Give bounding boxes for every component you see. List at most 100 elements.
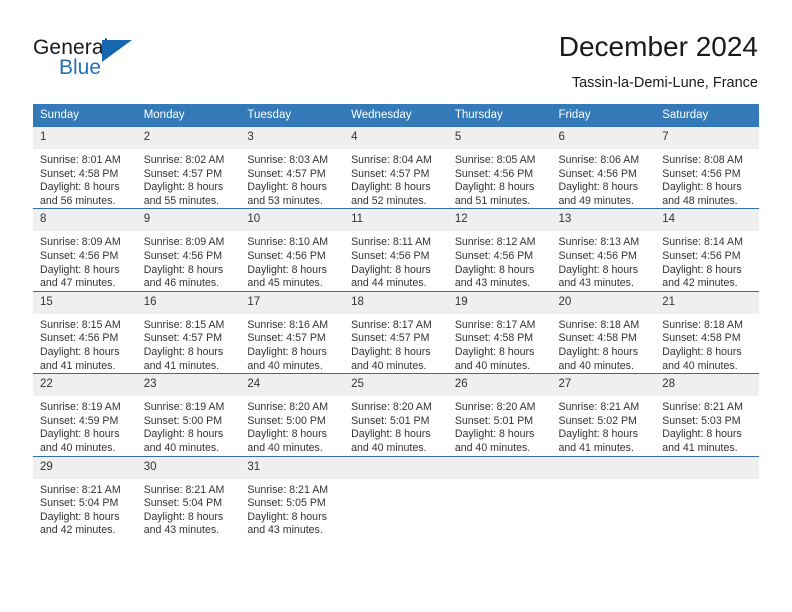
daylight-duration-line1: Daylight: 8 hours <box>454 428 535 441</box>
day-number: 16 <box>136 291 241 314</box>
day-details: Sunrise: 8:18 AM Sunset: 4:58 PM Daylight:… <box>552 314 656 373</box>
calendar-day-cell[interactable]: 26 Sunrise: 8:20 AM Sunset: 5:01 PM Dayligh… <box>447 373 552 456</box>
calendar-day-cell[interactable]: 19 Sunrise: 8:17 AM Sunset: 4:58 PM Dayligh… <box>447 290 552 374</box>
brand-name-blue: Blue <box>59 56 102 79</box>
daylight-duration-line1: Daylight: 8 hours <box>454 345 535 358</box>
calendar-day-cell[interactable]: 30 Sunrise: 8:21 AM Sunset: 5:04 PM Dayligh… <box>136 455 241 538</box>
day-number: 30 <box>136 456 241 479</box>
calendar-day-cell[interactable]: 23 Sunrise: 8:19 AM Sunset: 5:00 PM Dayligh… <box>136 373 241 456</box>
brand-logo[interactable]: General Blue <box>33 36 233 84</box>
calendar-day-cell[interactable]: 2 Sunrise: 8:02 AM Sunset: 4:57 PM Daylight… <box>136 125 241 209</box>
calendar-day-cell[interactable]: 4 Sunrise: 8:04 AM Sunset: 4:57 PM Daylight… <box>344 125 448 209</box>
weekday-header-saturday: Saturday <box>655 104 759 127</box>
calendar-day-cell[interactable]: 18 Sunrise: 8:17 AM Sunset: 4:57 PM Dayligh… <box>344 290 448 374</box>
calendar-day-cell[interactable]: 27 Sunrise: 8:21 AM Sunset: 5:02 PM Dayligh… <box>551 373 656 456</box>
sunrise-time: Sunrise: 8:20 AM <box>351 401 432 414</box>
calendar-day-cell[interactable]: 1 Sunrise: 8:01 AM Sunset: 4:58 PM Daylight… <box>33 125 137 209</box>
sunset-time: Sunset: 5:00 PM <box>143 414 223 427</box>
daylight-duration-line2: and 47 minutes. <box>40 277 116 290</box>
daylight-duration-line1: Daylight: 8 hours <box>40 345 120 358</box>
day-number: 13 <box>551 209 656 232</box>
day-number: 3 <box>240 127 345 149</box>
day-number: 1 <box>33 127 137 149</box>
calendar-day-cell[interactable] <box>551 455 656 538</box>
calendar-day-cell[interactable]: 5 Sunrise: 8:05 AM Sunset: 4:56 PM Daylight… <box>447 125 552 209</box>
daylight-duration-line1: Daylight: 8 hours <box>40 510 120 523</box>
sunrise-time: Sunrise: 8:17 AM <box>351 318 432 331</box>
day-number: 25 <box>344 374 448 397</box>
calendar-day-cell[interactable] <box>655 455 759 538</box>
day-number: 21 <box>655 291 759 314</box>
triangle-logo-icon <box>102 40 132 62</box>
daylight-duration-line1: Daylight: 8 hours <box>351 263 431 276</box>
day-number: 29 <box>33 456 137 479</box>
calendar-day-cell[interactable]: 24 Sunrise: 8:20 AM Sunset: 5:00 PM Dayligh… <box>240 373 345 456</box>
calendar-day-cell[interactable] <box>344 455 448 538</box>
page-subtitle: Tassin-la-Demi-Lune, France <box>571 75 758 91</box>
daylight-duration-line1: Daylight: 8 hours <box>454 181 535 194</box>
calendar-day-cell[interactable]: 31 Sunrise: 8:21 AM Sunset: 5:05 PM Dayligh… <box>240 455 345 538</box>
daylight-duration-line2: and 40 minutes. <box>351 441 427 454</box>
day-details: Sunrise: 8:19 AM Sunset: 5:00 PM Daylight:… <box>137 396 241 455</box>
daylight-duration-line1: Daylight: 8 hours <box>143 428 224 441</box>
day-number: 15 <box>33 291 137 314</box>
daylight-duration-line2: and 43 minutes. <box>143 524 220 537</box>
sunrise-time: Sunrise: 8:06 AM <box>558 154 640 166</box>
calendar-day-cell[interactable]: 11 Sunrise: 8:11 AM Sunset: 4:56 PM Dayligh… <box>344 208 448 292</box>
calendar-day-cell[interactable]: 16 Sunrise: 8:15 AM Sunset: 4:57 PM Dayligh… <box>136 290 241 374</box>
sunset-time: Sunset: 4:58 PM <box>454 332 534 345</box>
daylight-duration-line1: Daylight: 8 hours <box>351 428 431 441</box>
sunrise-time: Sunrise: 8:21 AM <box>662 401 743 414</box>
sunset-time: Sunset: 5:00 PM <box>247 414 326 427</box>
day-number: 18 <box>344 291 448 314</box>
day-details: Sunrise: 8:17 AM Sunset: 4:57 PM Daylight:… <box>344 314 448 373</box>
calendar-day-cell[interactable]: 7 Sunrise: 8:08 AM Sunset: 4:56 PM Daylight… <box>655 125 759 209</box>
calendar-week-row: 22 Sunrise: 8:19 AM Sunset: 4:59 PM Dayligh… <box>33 373 759 456</box>
day-details: Sunrise: 8:19 AM Sunset: 4:59 PM Daylight:… <box>33 396 137 455</box>
calendar-day-cell[interactable]: 13 Sunrise: 8:13 AM Sunset: 4:56 PM Dayligh… <box>551 208 656 292</box>
day-number <box>655 456 759 479</box>
day-details: Sunrise: 8:20 AM Sunset: 5:00 PM Daylight:… <box>240 396 344 455</box>
daylight-duration-line2: and 45 minutes. <box>247 277 323 290</box>
daylight-duration-line1: Daylight: 8 hours <box>247 181 327 194</box>
calendar-day-cell[interactable]: 3 Sunrise: 8:03 AM Sunset: 4:57 PM Daylight… <box>240 125 345 209</box>
calendar-day-cell[interactable]: 22 Sunrise: 8:19 AM Sunset: 4:59 PM Dayligh… <box>33 373 137 456</box>
calendar-day-cell[interactable]: 9 Sunrise: 8:09 AM Sunset: 4:56 PM Daylight… <box>136 208 241 292</box>
daylight-duration-line1: Daylight: 8 hours <box>247 510 327 523</box>
calendar-day-cell[interactable]: 28 Sunrise: 8:21 AM Sunset: 5:03 PM Dayligh… <box>655 373 759 456</box>
calendar-day-cell[interactable]: 8 Sunrise: 8:09 AM Sunset: 4:56 PM Daylight… <box>33 208 137 292</box>
sunrise-time: Sunrise: 8:19 AM <box>40 401 121 414</box>
calendar-week-row: 15 Sunrise: 8:15 AM Sunset: 4:56 PM Dayligh… <box>33 290 759 374</box>
sunset-time: Sunset: 4:56 PM <box>454 249 534 262</box>
sunset-time: Sunset: 4:56 PM <box>143 249 223 262</box>
daylight-duration-line2: and 44 minutes. <box>351 277 427 290</box>
daylight-duration-line2: and 40 minutes. <box>454 441 531 454</box>
calendar-day-cell[interactable]: 17 Sunrise: 8:16 AM Sunset: 4:57 PM Dayligh… <box>240 290 345 374</box>
calendar-day-cell[interactable]: 12 Sunrise: 8:12 AM Sunset: 4:56 PM Dayligh… <box>447 208 552 292</box>
daylight-duration-line2: and 42 minutes. <box>662 277 738 290</box>
daylight-duration-line2: and 41 minutes. <box>40 359 116 372</box>
day-details: Sunrise: 8:01 AM Sunset: 4:58 PM Daylight:… <box>33 149 137 208</box>
day-number <box>447 456 552 479</box>
calendar-day-cell[interactable] <box>447 455 552 538</box>
calendar-day-cell[interactable]: 10 Sunrise: 8:10 AM Sunset: 4:56 PM Dayligh… <box>240 208 345 292</box>
calendar-day-cell[interactable]: 20 Sunrise: 8:18 AM Sunset: 4:58 PM Dayligh… <box>551 290 656 374</box>
sunset-time: Sunset: 4:57 PM <box>351 332 430 345</box>
daylight-duration-line2: and 40 minutes. <box>454 359 531 372</box>
calendar-day-cell[interactable]: 21 Sunrise: 8:18 AM Sunset: 4:58 PM Dayligh… <box>655 290 759 374</box>
calendar-day-cell[interactable]: 15 Sunrise: 8:15 AM Sunset: 4:56 PM Dayligh… <box>33 290 137 374</box>
day-number: 24 <box>240 374 345 397</box>
calendar-day-cell[interactable]: 29 Sunrise: 8:21 AM Sunset: 5:04 PM Dayligh… <box>33 455 137 538</box>
calendar-day-cell[interactable]: 25 Sunrise: 8:20 AM Sunset: 5:01 PM Dayligh… <box>344 373 448 456</box>
calendar-day-cell[interactable]: 6 Sunrise: 8:06 AM Sunset: 4:56 PM Daylight… <box>551 125 656 209</box>
calendar-page: General Blue December 2024 Tassin-la-Dem… <box>0 0 792 612</box>
weekday-header-friday: Friday <box>551 104 656 127</box>
daylight-duration-line1: Daylight: 8 hours <box>662 428 742 441</box>
daylight-duration-line2: and 41 minutes. <box>558 441 634 454</box>
sunrise-time: Sunrise: 8:03 AM <box>247 154 329 166</box>
sunrise-time: Sunrise: 8:09 AM <box>40 236 121 249</box>
daylight-duration-line2: and 40 minutes. <box>247 359 323 372</box>
day-number: 28 <box>655 374 759 397</box>
daylight-duration-line1: Daylight: 8 hours <box>143 510 224 523</box>
calendar-day-cell[interactable]: 14 Sunrise: 8:14 AM Sunset: 4:56 PM Dayligh… <box>655 208 759 292</box>
